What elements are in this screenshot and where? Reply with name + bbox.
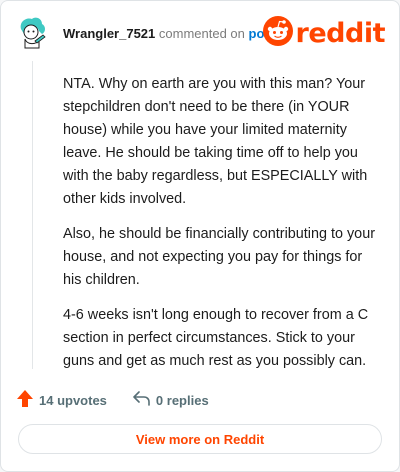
upvote-arrow-icon bbox=[17, 390, 39, 410]
username[interactable]: Wrangler_7521 bbox=[63, 26, 155, 41]
reply-button[interactable]: 0 replies bbox=[133, 391, 209, 409]
reply-arrow-icon bbox=[133, 391, 156, 409]
comment-header: Wrangler_7521 commented on post reddit bbox=[15, 13, 386, 53]
comment-paragraph: NTA. Why on earth are you with this man?… bbox=[63, 76, 368, 207]
avatar-icon[interactable] bbox=[15, 15, 49, 49]
comment-card: Wrangler_7521 commented on post reddit N… bbox=[0, 0, 400, 472]
view-more-button[interactable]: View more on Reddit bbox=[18, 424, 382, 454]
commented-on-text: commented on bbox=[158, 26, 245, 41]
reddit-logo[interactable]: reddit bbox=[262, 15, 386, 51]
upvote-button[interactable]: 14 upvotes bbox=[17, 390, 107, 410]
upvote-count: 14 upvotes bbox=[39, 392, 107, 408]
thread-line[interactable] bbox=[32, 61, 33, 369]
comment-body: NTA. Why on earth are you with this man?… bbox=[63, 73, 383, 385]
reddit-wordmark: reddit bbox=[295, 17, 386, 49]
reply-count: 0 replies bbox=[155, 392, 209, 408]
comment-paragraph: Also, he should be financially contribut… bbox=[63, 226, 375, 288]
comment-actions: 14 upvotes 0 replies bbox=[17, 389, 235, 411]
comment-paragraph: 4-6 weeks isn't long enough to recover f… bbox=[63, 307, 369, 369]
reddit-alien-icon bbox=[262, 15, 293, 51]
comment-meta: Wrangler_7521 commented on post bbox=[63, 26, 276, 41]
